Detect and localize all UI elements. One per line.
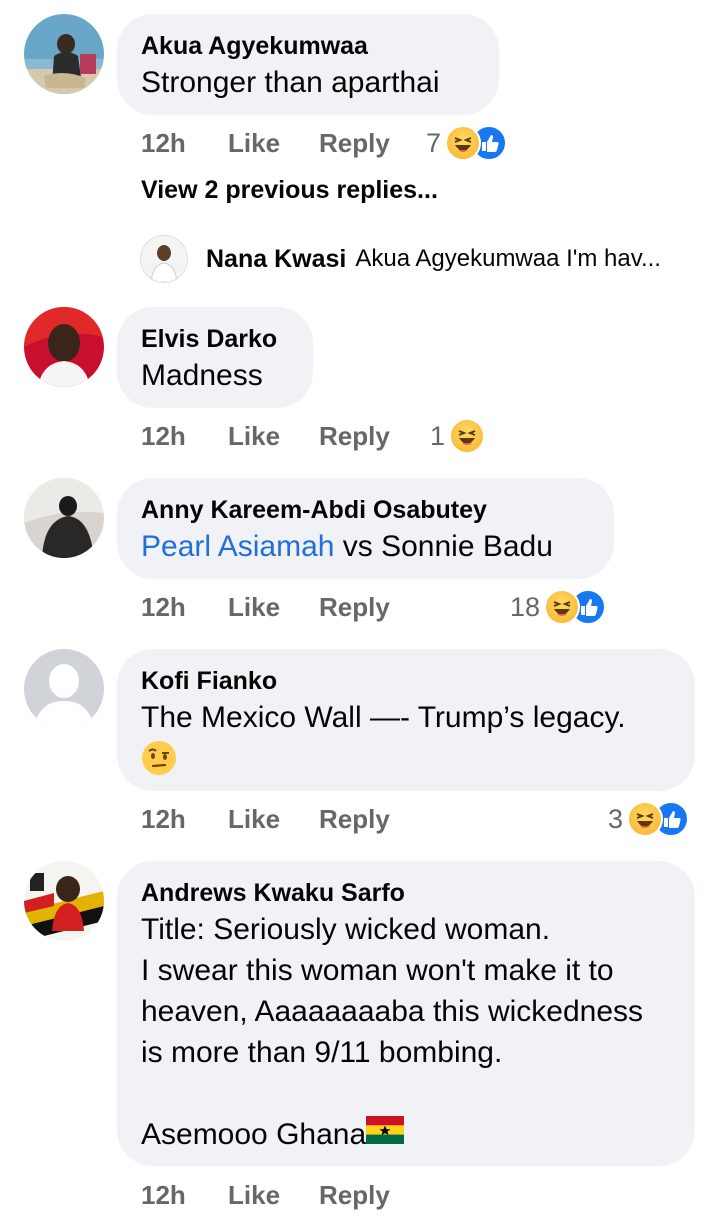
- ghana-flag-icon: [366, 1114, 405, 1155]
- comment-bubble: Anny Kareem-Abdi Osabutey Pearl Asiamah …: [117, 478, 614, 579]
- reply-text: Akua Agyekumwaa I'm hav...: [355, 245, 661, 272]
- like-button[interactable]: Like: [228, 1175, 280, 1215]
- reaction-count: 18: [510, 591, 541, 622]
- reaction-count: 3: [608, 803, 624, 834]
- comment-time[interactable]: 12h: [141, 799, 186, 839]
- comment-text-line: Title: Seriously wicked woman.: [141, 913, 551, 946]
- comment-text-line: [141, 1073, 671, 1114]
- comment-text-line: I swear this woman won't make it to: [141, 954, 614, 987]
- avatar[interactable]: [24, 478, 104, 558]
- comment-text: The Mexico Wall —- Trump’s legacy.: [141, 701, 626, 734]
- view-previous-replies-link[interactable]: View 2 previous replies...: [141, 176, 438, 205]
- avatar[interactable]: [24, 14, 104, 94]
- comment-text-rest: vs Sonnie Badu: [334, 530, 553, 563]
- avatar[interactable]: [24, 649, 104, 729]
- reply-button[interactable]: Reply: [319, 1175, 390, 1215]
- reaction-summary[interactable]: 7: [426, 123, 508, 163]
- reply-button[interactable]: Reply: [319, 123, 390, 163]
- reply-author[interactable]: Nana Kwasi: [206, 245, 346, 274]
- comment-time[interactable]: 12h: [141, 416, 186, 456]
- comment-author[interactable]: Kofi Fianko: [141, 665, 671, 697]
- haha-reaction-icon: [445, 125, 482, 161]
- comment-text-line: is more than 9/11 bombing.: [141, 1036, 503, 1069]
- mention-link[interactable]: Pearl Asiamah: [141, 530, 334, 563]
- reply-button[interactable]: Reply: [319, 416, 390, 456]
- avatar[interactable]: [24, 307, 104, 387]
- comment-author[interactable]: Anny Kareem-Abdi Osabutey: [141, 494, 590, 526]
- comment-text-last: Asemooo Ghana: [141, 1118, 367, 1151]
- comment-text-line: heaven, Aaaaaaaaba this wickedness: [141, 995, 644, 1028]
- reaction-summary[interactable]: 18: [510, 587, 607, 627]
- haha-reaction-icon: [449, 418, 486, 454]
- reaction-summary[interactable]: 3: [608, 799, 690, 839]
- comment-bubble: Andrews Kwaku Sarfo Title: Seriously wic…: [117, 861, 695, 1166]
- comment-author[interactable]: Elvis Darko: [141, 323, 289, 355]
- avatar[interactable]: [140, 235, 188, 283]
- comment-text: Pearl Asiamah vs Sonnie Badu: [141, 526, 590, 567]
- avatar[interactable]: [24, 861, 104, 941]
- comment-bubble: Kofi Fianko The Mexico Wall —- Trump’s l…: [117, 649, 695, 791]
- comment-bubble: Akua Agyekumwaa Stronger than aparthai: [117, 14, 499, 115]
- reaction-count: 7: [426, 127, 442, 158]
- comment-text: Madness: [141, 359, 263, 392]
- like-button[interactable]: Like: [228, 123, 280, 163]
- like-button[interactable]: Like: [228, 416, 280, 456]
- reply-button[interactable]: Reply: [319, 587, 390, 627]
- comment-bubble: Elvis Darko Madness: [117, 307, 313, 408]
- reply-button[interactable]: Reply: [319, 799, 390, 839]
- comment-text: Stronger than aparthai: [141, 66, 440, 99]
- like-button[interactable]: Like: [228, 799, 280, 839]
- reaction-summary[interactable]: 1: [430, 416, 486, 456]
- comment-time[interactable]: 12h: [141, 587, 186, 627]
- comment-time[interactable]: 12h: [141, 1175, 186, 1215]
- like-button[interactable]: Like: [228, 587, 280, 627]
- haha-reaction-icon: [627, 801, 664, 837]
- reply-preview[interactable]: Nana Kwasi Akua Agyekumwaa I'm hav...: [140, 234, 661, 284]
- comment-text-line: Asemooo Ghana: [141, 1114, 671, 1155]
- comment-author[interactable]: Akua Agyekumwaa: [141, 30, 475, 62]
- reaction-count: 1: [430, 420, 446, 451]
- haha-reaction-icon: [544, 589, 581, 625]
- face-with-raised-eyebrow-icon: [141, 740, 177, 781]
- comment-time[interactable]: 12h: [141, 123, 186, 163]
- comment-author[interactable]: Andrews Kwaku Sarfo: [141, 877, 671, 909]
